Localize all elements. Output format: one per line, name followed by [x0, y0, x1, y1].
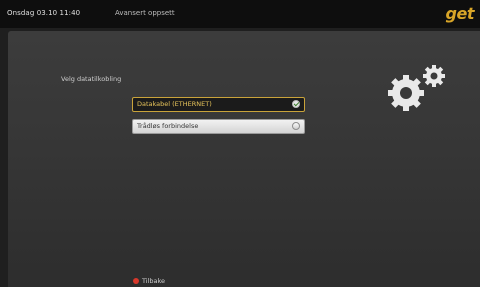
breadcrumb: Avansert oppsett [115, 9, 175, 17]
option-ethernet[interactable]: Datakabel (ETHERNET) [132, 97, 305, 112]
top-bar: Onsdag 03.10 11:40 Avansert oppsett get [0, 0, 480, 28]
gears-icon [388, 65, 445, 111]
radio-unchecked-icon [292, 122, 300, 130]
page-prompt: Velg datatilkobling [61, 75, 122, 83]
option-label: Datakabel (ETHERNET) [137, 100, 212, 108]
radio-checked-icon [292, 100, 300, 108]
get-logo: get [445, 4, 475, 23]
date-time: Onsdag 03.10 11:40 [7, 9, 81, 17]
back-hint[interactable]: Tilbake [133, 277, 165, 285]
option-wireless[interactable]: Trådløs forbindelse [132, 119, 305, 134]
back-label: Tilbake [142, 277, 166, 285]
option-label: Trådløs forbindelse [137, 122, 199, 130]
red-button-icon [133, 278, 139, 284]
